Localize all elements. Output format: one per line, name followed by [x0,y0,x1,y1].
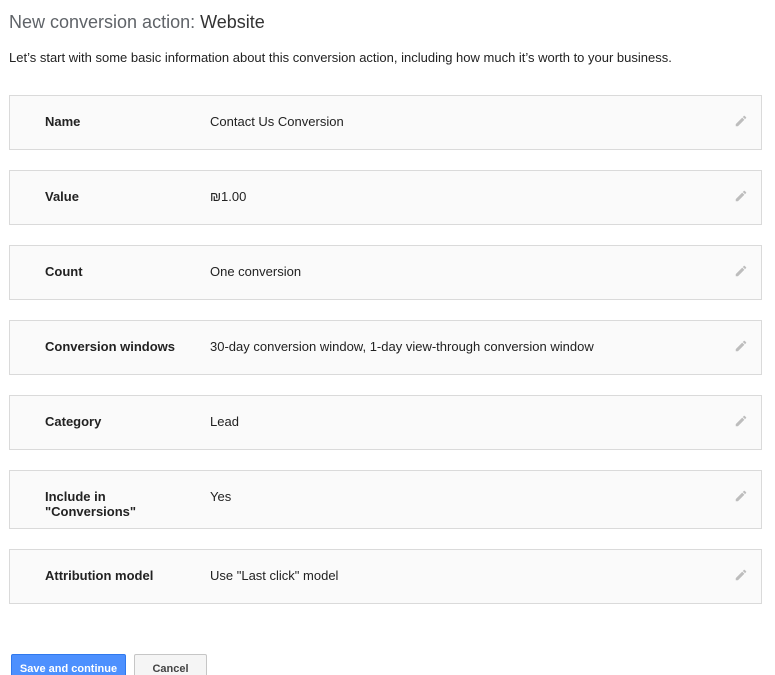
pencil-icon[interactable] [734,414,748,428]
page-title-type: Website [200,12,265,32]
setting-value: Lead [210,414,239,429]
pencil-icon[interactable] [734,114,748,128]
pencil-icon[interactable] [734,568,748,582]
cancel-button[interactable]: Cancel [134,654,207,675]
setting-value: ₪1.00 [210,189,247,204]
setting-row-attribution-model[interactable]: Attribution model Use "Last click" model [9,549,762,604]
setting-label: Conversion windows [45,339,176,354]
pencil-icon[interactable] [734,339,748,353]
page-title: New conversion action: Website [9,12,265,33]
pencil-icon[interactable] [734,489,748,503]
setting-label: Attribution model [45,568,154,583]
setting-row-category[interactable]: Category Lead [9,395,762,450]
save-and-continue-button[interactable]: Save and continue [11,654,126,675]
setting-value: Yes [210,489,232,504]
setting-label: Count [45,264,83,279]
setting-row-include-in-conversions[interactable]: Include in "Conversions" Yes [9,470,762,529]
page-description: Let’s start with some basic information … [9,50,672,65]
setting-label: Value [45,189,79,204]
setting-row-conversion-windows[interactable]: Conversion windows 30-day conversion win… [9,320,762,375]
setting-value: Use "Last click" model [210,568,339,583]
setting-label: Category [45,414,102,429]
setting-row-name[interactable]: Name Contact Us Conversion [9,95,762,150]
pencil-icon[interactable] [734,264,748,278]
setting-row-value[interactable]: Value ₪1.00 [9,170,762,225]
setting-row-count[interactable]: Count One conversion [9,245,762,300]
setting-label: Name [45,114,81,129]
page-title-prefix: New conversion action: [9,12,196,32]
setting-value: 30-day conversion window, 1-day view-thr… [210,339,594,354]
setting-value: One conversion [210,264,302,279]
setting-value: Contact Us Conversion [210,114,344,129]
pencil-icon[interactable] [734,189,748,203]
setting-label: Include in "Conversions" [45,489,137,519]
